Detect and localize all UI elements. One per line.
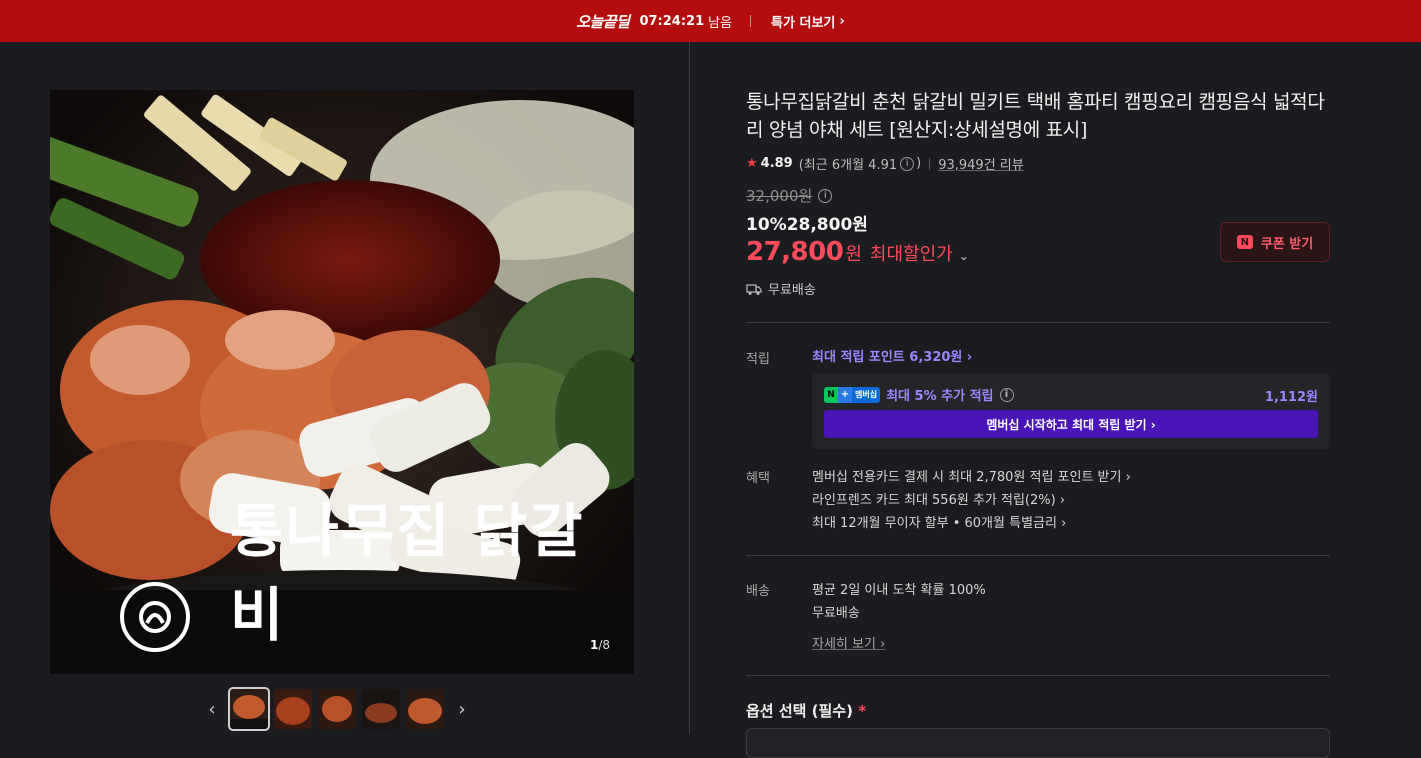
thumbnail-image	[274, 689, 312, 729]
required-mark: *	[858, 702, 867, 720]
thumbnail-next-button[interactable]: ›	[450, 689, 474, 729]
thumbnail-image	[318, 689, 356, 729]
chevron-down-icon: ⌄	[958, 249, 969, 263]
benefit-item[interactable]: 최대 12개월 무이자 할부 • 60개월 특별금리 ›	[812, 512, 1066, 531]
product-main-image[interactable]: 통나무집 닭갈비 1/8	[50, 90, 634, 674]
membership-badge-label: 멤버십	[852, 386, 881, 403]
plus-icon: +	[838, 386, 852, 403]
product-title: 통나무집닭갈비 춘천 닭갈비 밀키트 택배 홈파티 캠핑요리 캠핑음식 넓적다리…	[746, 91, 1325, 141]
naver-n-icon: N	[1236, 235, 1253, 249]
section-divider	[746, 322, 1330, 323]
thumbnail-image	[230, 689, 268, 729]
thumbnail-image	[362, 689, 400, 729]
free-shipping-label: 무료배송	[768, 283, 816, 298]
thumbnail-prev-button[interactable]: ‹	[200, 689, 224, 729]
section-divider	[746, 675, 1330, 676]
deal-timer: 07:24:21	[639, 13, 705, 29]
section-divider	[746, 555, 1330, 556]
shipping-label: 배송	[746, 584, 770, 599]
naver-n-icon: N	[824, 386, 838, 403]
rating-row: ★ 4.89 (최근 6개월 4.91 i ) 93,949건 리뷰	[746, 154, 1330, 173]
image-counter: 1/8	[590, 638, 610, 652]
coupon-button[interactable]: N 쿠폰 받기	[1220, 222, 1330, 262]
shipping-estimate: 평균 2일 이내 도착 확률 100%	[812, 583, 986, 598]
thumbnail-strip: ‹ ›	[200, 687, 474, 731]
max-discount-price: 27,800	[746, 237, 844, 267]
membership-extra-points: 최대 5% 추가 적립	[886, 389, 994, 404]
rating-recent: (최근 6개월 4.91	[798, 158, 898, 173]
more-deals-link[interactable]: 특가 더보기 ›	[771, 12, 845, 31]
shipping-details-link[interactable]: 자세히 보기 ›	[812, 633, 885, 652]
banner-divider	[750, 15, 752, 27]
benefit-item[interactable]: 멤버십 전용카드 결제 시 최대 2,780원 적립 포인트 받기 ›	[812, 466, 1131, 485]
rating-score: 4.89	[760, 156, 793, 171]
membership-line: N + 멤버십 최대 5% 추가 적립 i	[824, 385, 1014, 404]
brand-logo-mark	[120, 582, 190, 652]
free-shipping-row: 무료배송	[746, 279, 1330, 298]
thumbnail-4[interactable]	[362, 689, 400, 729]
squirrel-icon	[139, 601, 171, 633]
membership-start-button[interactable]: 멤버십 시작하고 최대 적립 받기 ›	[824, 410, 1318, 438]
chevron-right-icon: ›	[839, 13, 845, 29]
pane-divider	[689, 42, 690, 734]
deal-banner: 오늘끝딜 07:24:21 남음 특가 더보기 ›	[0, 0, 1421, 42]
option-select-dropdown[interactable]	[746, 728, 1330, 758]
brand-logo-text: 통나무집 닭갈비	[230, 497, 585, 649]
image-counter-total: /8	[598, 638, 610, 652]
info-icon[interactable]: i	[900, 156, 915, 171]
original-price-row: 32,000원 i	[746, 185, 1330, 206]
deal-brand: 오늘끝딜	[576, 12, 630, 31]
thumbnail-3[interactable]	[318, 689, 356, 729]
review-count-link[interactable]: 93,949건 리뷰	[938, 154, 1024, 173]
thumbnail-1[interactable]	[228, 687, 270, 731]
shipping-fee: 무료배송	[812, 606, 860, 621]
star-icon: ★	[746, 156, 758, 171]
more-deals-label: 특가 더보기	[771, 15, 836, 31]
max-points-link[interactable]: 최대 적립 포인트 6,320원 ›	[812, 346, 972, 365]
truck-icon	[746, 283, 762, 295]
thumbnail-5[interactable]	[406, 689, 444, 729]
option-select-title: 옵션 선택 (필수) *	[746, 700, 866, 721]
product-info: 통나무집닭갈비 춘천 닭갈비 밀키트 택배 홈파티 캠핑요리 캠핑음식 넓적다리…	[746, 88, 1330, 298]
price-info-icon[interactable]: i	[818, 188, 833, 203]
benefit-item[interactable]: 라인프렌즈 카드 최대 556원 추가 적립(2%) ›	[812, 489, 1065, 508]
thumbnail-2[interactable]	[274, 689, 312, 729]
max-discount-unit: 원	[845, 244, 862, 265]
rating-recent-close: )	[916, 156, 922, 171]
npay-membership-badge: N + 멤버십	[824, 386, 881, 403]
membership-box: N + 멤버십 최대 5% 추가 적립 i 1,112원 멤버십 시작하고 최대…	[812, 373, 1330, 449]
membership-amount: 1,112원	[1264, 390, 1318, 405]
max-discount-label: 최대할인가	[869, 244, 953, 265]
benefits-label: 혜택	[746, 471, 770, 486]
thumbnail-image	[406, 689, 444, 729]
info-icon[interactable]: i	[999, 387, 1014, 402]
deal-timer-suffix: 남음	[708, 15, 733, 31]
points-label: 적립	[746, 352, 770, 367]
coupon-label: 쿠폰 받기	[1260, 236, 1314, 252]
rating-divider	[929, 157, 931, 170]
option-select-label: 옵션 선택 (필수)	[746, 702, 853, 720]
original-price: 32,000원	[746, 187, 813, 205]
